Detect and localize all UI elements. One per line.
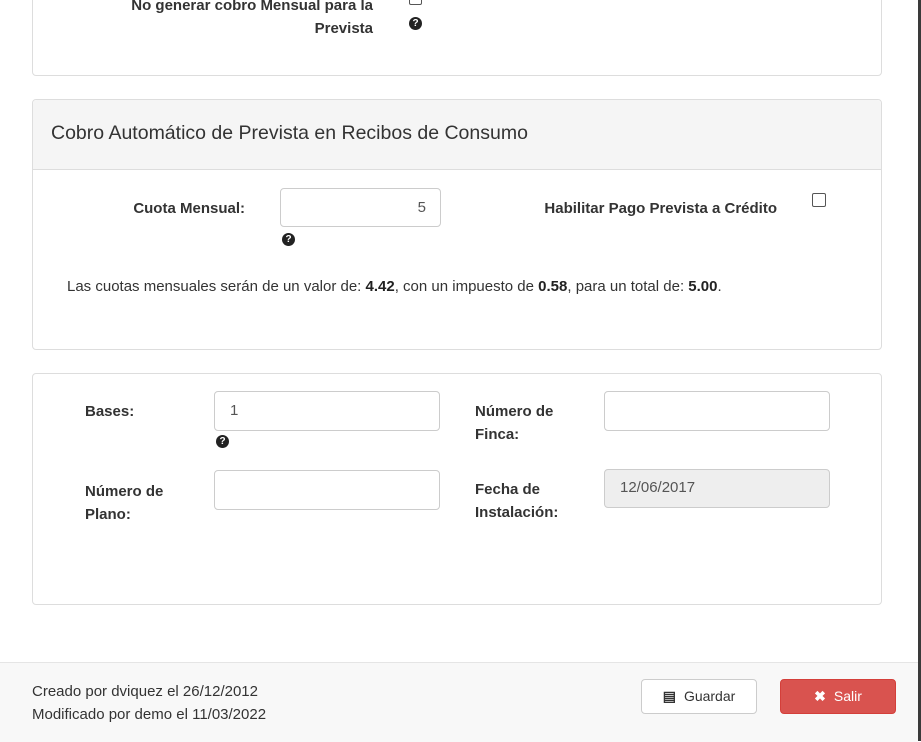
prevista-panel: Cobro Automático de Prevista en Recibos … bbox=[32, 99, 882, 350]
no-cobro-checkbox[interactable] bbox=[409, 0, 422, 5]
total-value: 5.00 bbox=[688, 278, 718, 295]
cuota-summary: Las cuotas mensuales serán de un valor d… bbox=[67, 278, 722, 295]
save-button[interactable]: ▤ Guardar bbox=[641, 679, 757, 714]
bases-label: Bases: bbox=[85, 403, 135, 420]
valor-value: 4.42 bbox=[365, 278, 395, 295]
numero-plano-input[interactable] bbox=[214, 470, 440, 510]
impuesto-value: 0.58 bbox=[538, 278, 568, 295]
question-circle-icon[interactable]: ? bbox=[409, 17, 422, 30]
floppy-disk-icon: ▤ bbox=[662, 688, 676, 704]
question-circle-icon[interactable]: ? bbox=[282, 233, 295, 246]
numero-plano-label: Número de Plano: bbox=[85, 483, 164, 523]
panel-title: Cobro Automático de Prevista en Recibos … bbox=[33, 100, 881, 170]
modal-body: No generar cobro Mensual para la Previst… bbox=[0, 0, 921, 742]
exit-button-label: Salir bbox=[833, 688, 862, 704]
cuota-mensual-input[interactable]: 5 bbox=[280, 188, 441, 227]
pago-credito-label: Habilitar Pago Prevista a Crédito bbox=[544, 200, 777, 217]
times-icon: ✖ bbox=[814, 688, 826, 704]
fecha-instalacion-label: Fecha de Instalación: bbox=[475, 481, 559, 521]
exit-button[interactable]: ✖ Salir bbox=[780, 679, 896, 714]
modified-by-text: Modificado por demo el 11/03/2022 bbox=[32, 706, 267, 723]
cuota-mensual-label: Cuota Mensual: bbox=[133, 200, 245, 217]
bases-input[interactable]: 1 bbox=[214, 391, 440, 431]
fecha-instalacion-input: 12/06/2017 bbox=[604, 469, 830, 508]
numero-finca-input[interactable] bbox=[604, 391, 830, 431]
numero-finca-label: Número de Finca: bbox=[475, 403, 554, 443]
question-circle-icon[interactable]: ? bbox=[216, 435, 229, 448]
no-cobro-label: No generar cobro Mensual para la Previst… bbox=[131, 0, 373, 37]
created-by-text: Creado por dviquez el 26/12/2012 bbox=[32, 683, 258, 700]
save-button-label: Guardar bbox=[683, 688, 736, 704]
pago-credito-checkbox[interactable] bbox=[812, 193, 826, 207]
